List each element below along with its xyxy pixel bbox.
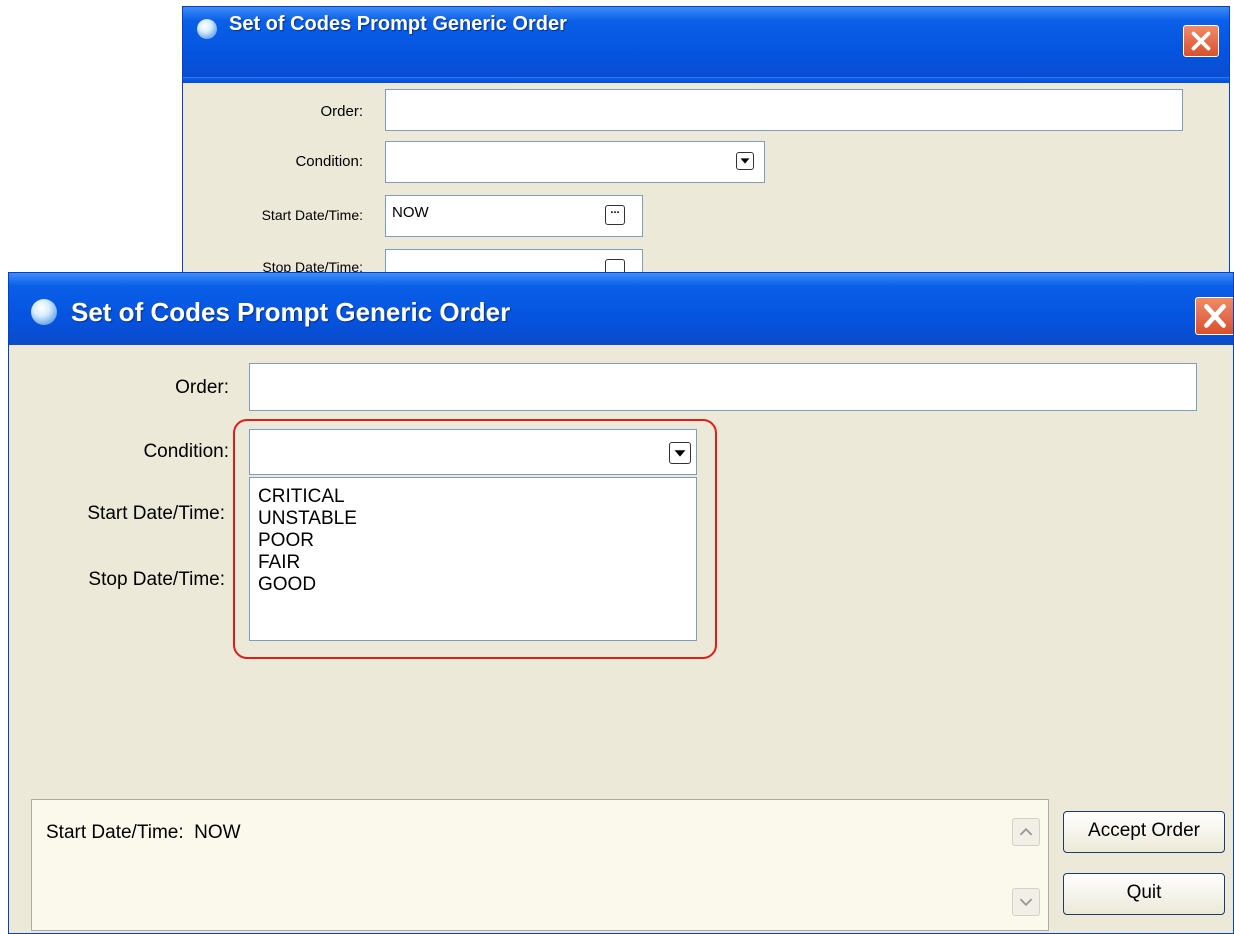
close-icon[interactable] [1195, 297, 1233, 335]
summary-panel: Start Date/Time: NOW [31, 799, 1049, 931]
back-start-label: Start Date/Time: [261, 207, 363, 223]
accept-order-button[interactable]: Accept Order [1063, 811, 1225, 853]
condition-highlight-ring [233, 419, 717, 659]
back-window-titlebar[interactable]: Set of Codes Prompt Generic Order [183, 7, 1229, 83]
front-window: Set of Codes Prompt Generic Order Order:… [8, 272, 1234, 934]
app-icon [197, 19, 217, 39]
back-order-input[interactable] [385, 89, 1183, 131]
back-order-label: Order: [320, 103, 363, 120]
back-start-picker-button[interactable]: ... [605, 205, 625, 225]
back-condition-label: Condition: [295, 153, 363, 170]
start-label: Start Date/Time: [87, 503, 225, 524]
close-icon[interactable] [1183, 25, 1219, 57]
app-icon [31, 299, 57, 325]
chevron-down-icon[interactable] [736, 152, 754, 170]
back-window: Set of Codes Prompt Generic Order Order:… [182, 6, 1230, 286]
back-window-title: Set of Codes Prompt Generic Order [229, 13, 567, 35]
scroll-down-icon[interactable] [1012, 888, 1040, 916]
back-condition-select[interactable] [385, 141, 765, 183]
front-window-title: Set of Codes Prompt Generic Order [71, 297, 511, 327]
scroll-up-icon[interactable] [1012, 818, 1040, 846]
condition-label: Condition: [143, 441, 229, 462]
order-input[interactable] [249, 363, 1197, 411]
summary-text: Start Date/Time: NOW [46, 822, 241, 843]
stop-label: Stop Date/Time: [88, 569, 225, 590]
quit-button[interactable]: Quit [1063, 873, 1225, 915]
front-window-titlebar[interactable]: Set of Codes Prompt Generic Order [9, 273, 1233, 345]
order-label: Order: [175, 377, 229, 398]
